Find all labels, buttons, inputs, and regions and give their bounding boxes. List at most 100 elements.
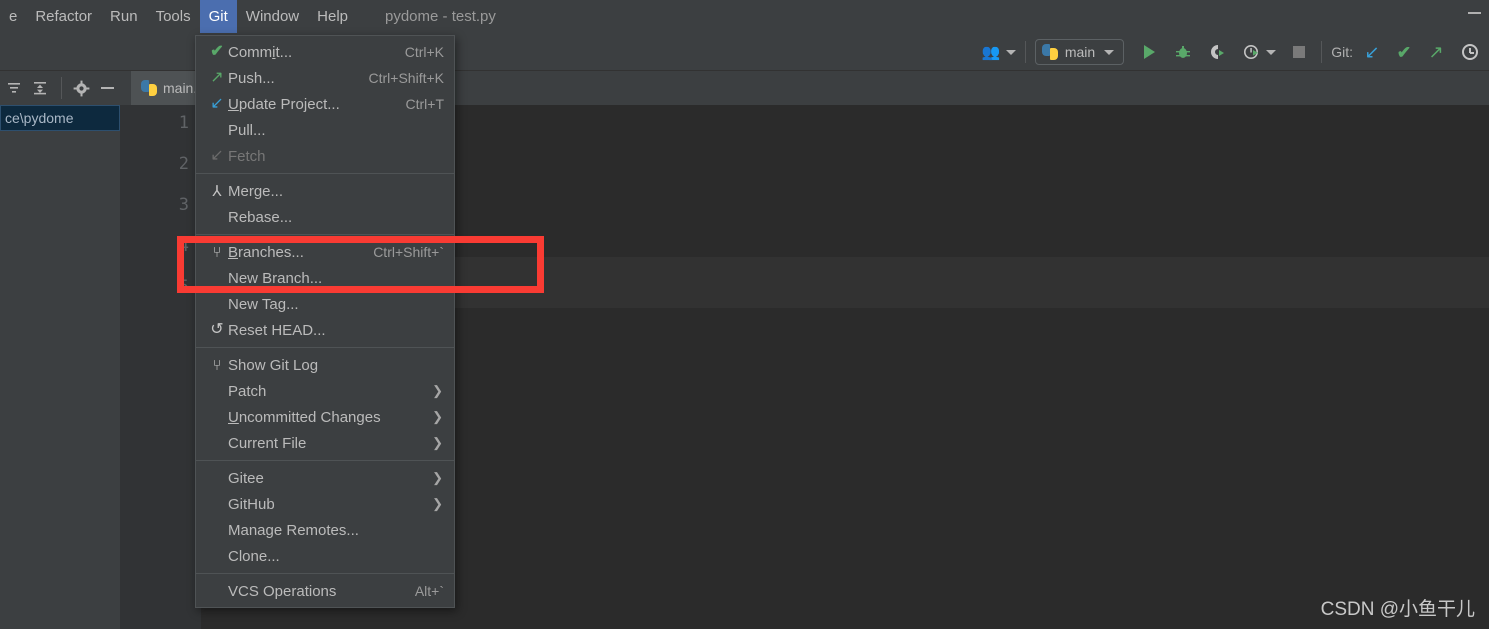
- menu-item-push[interactable]: ↗ Push... Ctrl+Shift+K: [196, 65, 454, 91]
- menu-item-gitee[interactable]: Gitee ❯: [196, 465, 454, 491]
- menu-item-reset-head[interactable]: ↺ Reset HEAD...: [196, 317, 454, 343]
- toolbar-divider: [1024, 41, 1026, 63]
- collapse-all-icon[interactable]: [2, 75, 26, 101]
- run-with-coverage-icon[interactable]: [1204, 39, 1230, 65]
- run-icon[interactable]: [1136, 39, 1162, 65]
- glyph: ↙: [210, 147, 224, 164]
- fetch-arrow-icon: ↙: [206, 146, 228, 166]
- chevron-right-icon: ❯: [432, 383, 443, 398]
- menu-item-shortcut: Alt+`: [414, 583, 444, 599]
- run-configuration-chevron-down-icon[interactable]: [1104, 49, 1115, 55]
- menubar-item-run[interactable]: Run: [101, 0, 147, 33]
- menu-separator: [196, 347, 454, 348]
- git-commit-icon[interactable]: ✔: [1391, 39, 1417, 65]
- expand-all-icon[interactable]: [28, 75, 52, 101]
- stop-icon[interactable]: [1286, 39, 1312, 65]
- menu-item-branches[interactable]: ⑂ Branches... Ctrl+Shift+`: [196, 239, 454, 265]
- menu-item-no-icon: [206, 407, 228, 427]
- menu-item-label: Manage Remotes...: [228, 521, 359, 539]
- chevron-right-icon: ❯: [432, 435, 443, 450]
- git-push-icon[interactable]: ↗: [1423, 39, 1449, 65]
- window-title: pydome - test.py: [385, 8, 496, 25]
- profiler-glyph: [1243, 45, 1258, 59]
- menu-item-pull[interactable]: Pull...: [196, 117, 454, 143]
- menu-item-no-icon: [206, 494, 228, 514]
- menu-item-label: Branches...: [228, 243, 304, 261]
- menu-item-update-project[interactable]: ↙ Update Project... Ctrl+T: [196, 91, 454, 117]
- git-history-icon[interactable]: [1457, 39, 1483, 65]
- menu-item-show-git-log[interactable]: ⑂ Show Git Log: [196, 352, 454, 378]
- menubar-item-git[interactable]: Git: [199, 0, 237, 33]
- menu-item-label: Pull...: [228, 121, 266, 139]
- project-tree-selected-item[interactable]: ce\pydome: [0, 105, 120, 131]
- menu-item-label: New Branch...: [228, 269, 323, 287]
- python-icon: [1041, 44, 1058, 60]
- editor-gutter: [120, 105, 201, 629]
- run-configuration-selector[interactable]: main: [1034, 39, 1125, 65]
- bug-glyph: [1176, 46, 1191, 58]
- expand-glyph: [34, 82, 47, 95]
- menu-item-new-tag[interactable]: New Tag...: [196, 291, 454, 317]
- settings-gear-icon[interactable]: [69, 75, 93, 101]
- line-number: 5: [178, 277, 189, 297]
- push-arrow-icon: ↗: [206, 68, 228, 88]
- project-panel: ce\pydome: [0, 105, 120, 629]
- menu-item-github[interactable]: GitHub ❯: [196, 491, 454, 517]
- menu-item-shortcut: Ctrl+Shift+K: [368, 70, 444, 86]
- menu-item-merge[interactable]: ⅄ Merge...: [196, 178, 454, 204]
- menu-item-no-icon: [206, 546, 228, 566]
- menu-item-new-branch[interactable]: New Branch...: [196, 265, 454, 291]
- menu-item-rebase[interactable]: Rebase...: [196, 204, 454, 230]
- reset-icon: ↺: [206, 320, 228, 340]
- menu-item-current-file[interactable]: Current File ❯: [196, 430, 454, 456]
- people-icon[interactable]: 👥: [978, 39, 1004, 65]
- git-dropdown-menu: ✔ Commit... Ctrl+K ↗ Push... Ctrl+Shift+K ↙ Upd…: [195, 35, 455, 608]
- toolbar-right-group: 👥 main Git: ↙ ✔ ↗: [978, 33, 1483, 71]
- chevron-right-icon: ❯: [432, 496, 443, 511]
- menu-item-clone[interactable]: Clone...: [196, 543, 454, 569]
- toolbar-divider-2: [1321, 41, 1323, 63]
- hide-panel-icon[interactable]: [96, 75, 120, 101]
- menubar-item-e[interactable]: e: [0, 0, 26, 33]
- line-number: 3: [178, 195, 189, 215]
- line-number: 2: [178, 154, 189, 174]
- debug-icon[interactable]: [1170, 39, 1196, 65]
- menu-item-label: Clone...: [228, 547, 280, 565]
- profile-chevron-down-icon[interactable]: [1266, 49, 1277, 55]
- line-number: 1: [178, 113, 189, 133]
- menu-item-shortcut: Ctrl+Shift+`: [373, 244, 444, 260]
- profile-icon[interactable]: [1238, 39, 1264, 65]
- menu-item-label: Reset HEAD...: [228, 321, 326, 339]
- chevron-right-icon: ❯: [432, 409, 443, 424]
- menubar-item-window[interactable]: Window: [237, 0, 308, 33]
- menubar-item-refactor[interactable]: Refactor: [26, 0, 101, 33]
- menubar-item-tools[interactable]: Tools: [147, 0, 200, 33]
- python-file-icon: [141, 80, 157, 96]
- menu-item-manage-remotes[interactable]: Manage Remotes...: [196, 517, 454, 543]
- menu-item-no-icon: [206, 207, 228, 227]
- window-minimize-icon[interactable]: [1468, 12, 1481, 14]
- menu-item-label: Update Project...: [228, 95, 340, 113]
- update-arrow-icon: ↙: [206, 94, 228, 114]
- git-update-icon[interactable]: ↙: [1359, 39, 1385, 65]
- menu-item-commit[interactable]: ✔ Commit... Ctrl+K: [196, 39, 454, 65]
- menu-item-uncommitted-changes[interactable]: Uncommitted Changes ❯: [196, 404, 454, 430]
- menu-item-label: Merge...: [228, 182, 284, 200]
- menu-item-shortcut: Ctrl+T: [405, 96, 445, 112]
- watermark-text: CSDN @小鱼干儿: [1320, 599, 1475, 620]
- menu-item-no-icon: [206, 268, 228, 288]
- menubar-item-help[interactable]: Help: [308, 0, 357, 33]
- menu-separator: [196, 173, 454, 174]
- editor-tab-label: main.: [163, 80, 198, 96]
- people-chevron-down-icon[interactable]: [1005, 49, 1016, 55]
- main-menu-bar: e Refactor Run Tools Git Window Help pydome - …: [0, 0, 1489, 33]
- menu-item-vcs-operations[interactable]: VCS Operations Alt+`: [196, 578, 454, 604]
- git-log-icon: ⑂: [206, 355, 228, 375]
- project-item-label: ce\pydome: [5, 110, 74, 126]
- line-number: 4: [178, 236, 189, 256]
- menu-item-no-icon: [206, 381, 228, 401]
- coverage-glyph: [1210, 45, 1224, 59]
- menu-item-label: VCS Operations: [228, 582, 337, 600]
- menu-item-patch[interactable]: Patch ❯: [196, 378, 454, 404]
- menu-item-label: Uncommitted Changes: [228, 408, 381, 426]
